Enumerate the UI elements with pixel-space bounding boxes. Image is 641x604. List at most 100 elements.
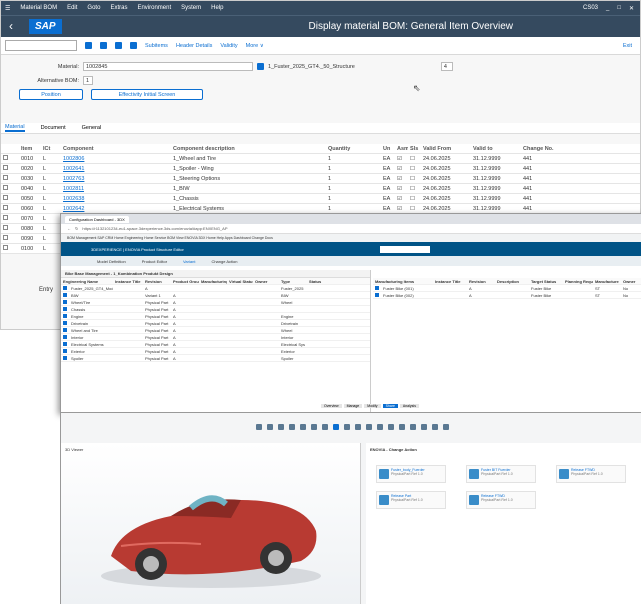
row-selector[interactable]: [1, 215, 19, 222]
subtab-variant[interactable]: Variant: [183, 259, 195, 264]
change-card[interactable]: Fuster BIT Fuerder PhysicalPart Ref 1.0: [466, 465, 536, 483]
bottom-tab[interactable]: Manage: [343, 404, 363, 408]
structure-col-header[interactable]: Status: [307, 279, 337, 284]
change-card[interactable]: Release FTWD PhysicalPart Ref 1.0: [466, 491, 536, 509]
row-select-checkbox[interactable]: [3, 225, 8, 230]
3d-tool-icon[interactable]: [443, 424, 449, 430]
change-card[interactable]: Fuster_body_Fuerder PhysicalPart Ref 1.0: [376, 465, 446, 483]
subtab-product-editor[interactable]: Product Editor: [142, 259, 167, 264]
copy-icon[interactable]: [257, 63, 264, 70]
row-selector[interactable]: [1, 175, 19, 182]
exit-button[interactable]: Exit: [623, 43, 640, 49]
structure-row[interactable]: Drivetrain Physical Part A Drivetrain: [61, 320, 370, 327]
col-sls[interactable]: Sls: [408, 146, 421, 152]
structure-col-header[interactable]: Revision: [143, 279, 171, 284]
row-selector[interactable]: [1, 225, 19, 232]
row-select-checkbox[interactable]: [3, 155, 8, 160]
menu-system[interactable]: System: [181, 5, 201, 11]
row-selector[interactable]: [1, 155, 19, 162]
col-asm[interactable]: Asm: [395, 146, 408, 152]
structure-row[interactable]: Spoiler Physical Part A Spoiler: [61, 355, 370, 362]
change-card[interactable]: Release Part PhysicalPart Ref 1.0: [376, 491, 446, 509]
table-row[interactable]: 0010 L 1002806 1_Wheel and Tire 1 EA ☑ ☐ 24.06.2…: [1, 154, 640, 164]
close-button[interactable]: ✕: [629, 5, 634, 12]
menu-edit[interactable]: Edit: [67, 5, 77, 11]
table-row[interactable]: 0050 L 1002638 1_Chassis 1 EA ☑ ☐ 24.06.2025 31.1…: [1, 194, 640, 204]
plant-field[interactable]: 4: [440, 62, 453, 71]
up-icon[interactable]: [130, 42, 137, 49]
header-details-button[interactable]: Header Details: [176, 43, 212, 49]
subitems-button[interactable]: Subitems: [145, 43, 168, 49]
manufacturing-col-header[interactable]: Planning Required: [563, 279, 593, 284]
col-change-no[interactable]: Change No.: [521, 146, 561, 152]
row-selector[interactable]: [1, 165, 19, 172]
menu-icon[interactable]: ☰: [5, 5, 10, 12]
3d-tool-icon[interactable]: [267, 424, 273, 430]
table-row[interactable]: 0030 L 1002763 1_Steering Options 1 EA ☑ ☐ 24.06…: [1, 174, 640, 184]
structure-col-header[interactable]: Instance Title: [113, 279, 143, 284]
cell-component[interactable]: 1002641: [61, 166, 171, 172]
bottom-tab[interactable]: Share: [382, 404, 398, 408]
manufacturing-col-header[interactable]: Instance Title: [433, 279, 467, 284]
cell-component[interactable]: 1002638: [61, 196, 171, 202]
3d-tool-icon[interactable]: [289, 424, 295, 430]
manufacturing-col-header[interactable]: Description: [495, 279, 529, 284]
col-item[interactable]: Item: [19, 146, 41, 152]
menu-extras[interactable]: Extras: [110, 5, 127, 11]
3d-tool-icon[interactable]: [388, 424, 394, 430]
reload-icon[interactable]: ↻: [75, 226, 78, 231]
material-field[interactable]: 1002845: [83, 62, 253, 71]
alternative-bom-field[interactable]: 1: [83, 76, 93, 85]
maximize-button[interactable]: □: [617, 5, 621, 12]
structure-row[interactable]: Electrical Systems Physical Part A Electric…: [61, 341, 370, 348]
minimize-button[interactable]: _: [606, 5, 609, 12]
col-valid-to[interactable]: Valid to: [471, 146, 521, 152]
position-button[interactable]: Position: [19, 89, 83, 100]
row-select-checkbox[interactable]: [3, 165, 8, 170]
menu-material-bom[interactable]: Material BOM: [20, 5, 57, 11]
manufacturing-col-header[interactable]: Revision: [467, 279, 495, 284]
3d-tool-icon[interactable]: [333, 424, 339, 430]
cell-component[interactable]: 1002763: [61, 176, 171, 182]
settings-icon[interactable]: [115, 42, 122, 49]
row-select-checkbox[interactable]: [3, 215, 8, 220]
menu-help[interactable]: Help: [211, 5, 223, 11]
cell-component[interactable]: 1002642: [61, 206, 171, 212]
col-quantity[interactable]: Quantity: [326, 146, 381, 152]
manufacturing-row[interactable]: Fuster Bike (001) A Fuster Bike ST No: [373, 285, 641, 292]
manufacturing-row[interactable]: Fuster Bike (002) A Fuster Bike ST No: [373, 292, 641, 299]
structure-row[interactable]: Fuster_2025_GT4_Model A Fuster_2025: [61, 285, 370, 292]
url-text[interactable]: https://r1132101234-eu1-space.3dexperien…: [82, 226, 227, 231]
command-field[interactable]: [5, 40, 77, 51]
structure-col-header[interactable]: Product Group: [171, 279, 199, 284]
row-select-checkbox[interactable]: [3, 185, 8, 190]
col-valid-from[interactable]: Valid From: [421, 146, 471, 152]
3d-tool-icon[interactable]: [366, 424, 372, 430]
browser-tab[interactable]: Configuration Dashboard - 3DX: [65, 215, 129, 223]
bottom-tab[interactable]: Analysis: [399, 404, 419, 408]
list-icon[interactable]: [100, 42, 107, 49]
structure-row[interactable]: Engine Physical Part A Engine: [61, 313, 370, 320]
structure-row[interactable]: BIW Variant 1 A BIW: [61, 292, 370, 299]
row-select-checkbox[interactable]: [3, 235, 8, 240]
3d-tool-icon[interactable]: [421, 424, 427, 430]
menu-environment[interactable]: Environment: [137, 5, 171, 11]
structure-row[interactable]: Exterior Physical Part A Exterior: [61, 348, 370, 355]
3d-tool-icon[interactable]: [355, 424, 361, 430]
3d-tool-icon[interactable]: [300, 424, 306, 430]
row-selector[interactable]: [1, 235, 19, 242]
structure-row[interactable]: Interior Physical Part A Interior: [61, 334, 370, 341]
col-unit[interactable]: Un: [381, 146, 395, 152]
row-select-checkbox[interactable]: [3, 195, 8, 200]
3d-tool-icon[interactable]: [344, 424, 350, 430]
validity-button[interactable]: Validity: [220, 43, 237, 49]
cell-component[interactable]: 1002806: [61, 156, 171, 162]
structure-row[interactable]: Wheel and Tire Physical Part A Wheel: [61, 327, 370, 334]
table-row[interactable]: 0020 L 1002641 1_Spoiler - Wing 1 EA ☑ ☐ 24.06.2…: [1, 164, 640, 174]
col-component[interactable]: Component: [61, 146, 171, 152]
app-search-input[interactable]: [379, 245, 430, 253]
row-selector[interactable]: [1, 195, 19, 202]
row-selector[interactable]: [1, 245, 19, 252]
manufacturing-col-header[interactable]: Manufacturing Items: [373, 279, 433, 284]
col-description[interactable]: Component description: [171, 146, 326, 152]
